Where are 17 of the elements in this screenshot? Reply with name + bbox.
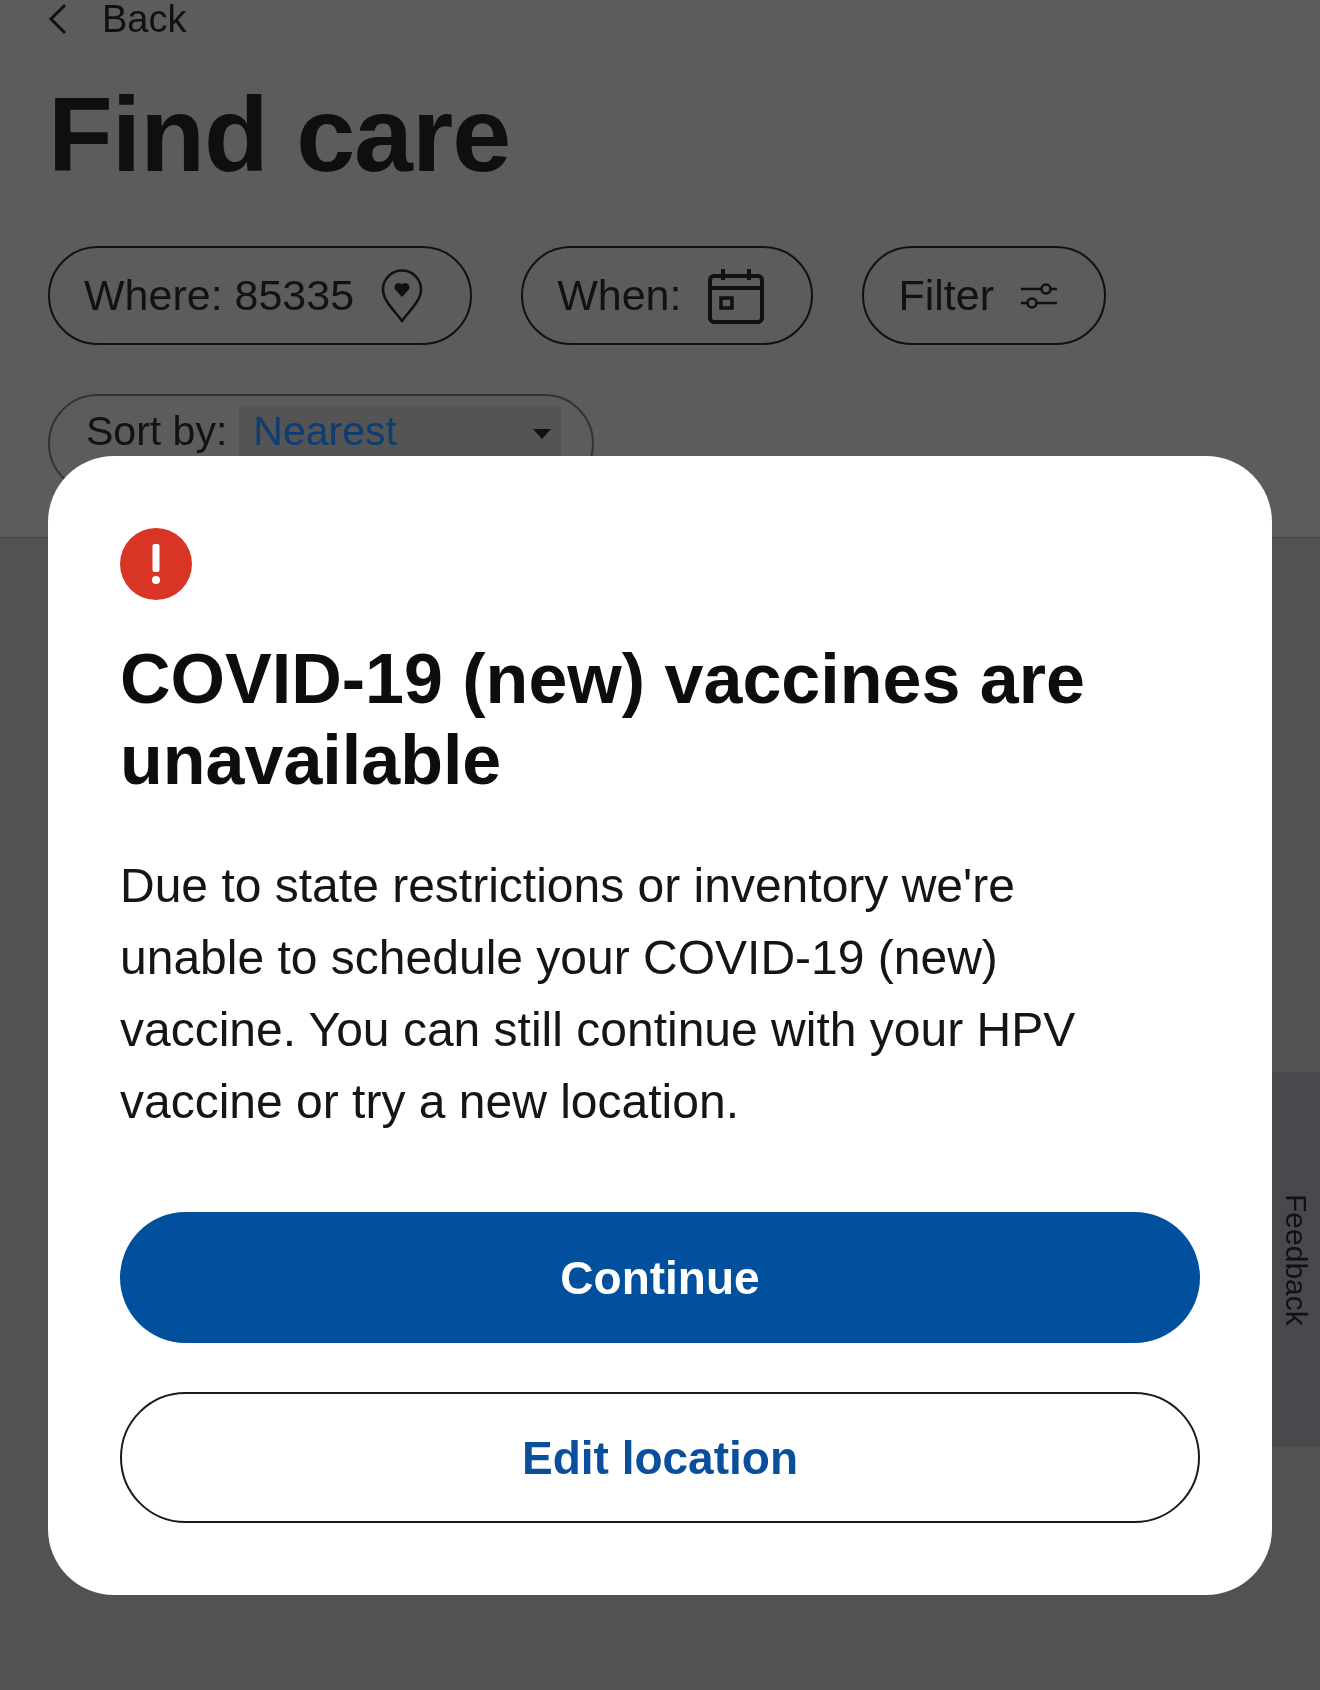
dialog-message: Due to state restrictions or inventory we're unable to schedule your COVID-19 (new) vaccine. You can still continue with your HPV vaccine or try a new location.	[120, 858, 1077, 1130]
dialog-title: COVID-19 (new) vaccines are unavailable	[120, 639, 1086, 801]
caret-down-icon	[533, 429, 552, 439]
calendar-icon	[707, 266, 766, 325]
feedback-tab[interactable]: Feedback	[1272, 1072, 1320, 1447]
filter-pill[interactable]: When:	[521, 246, 814, 345]
edit-location-button[interactable]: Edit location	[120, 1392, 1200, 1523]
page-title: Find care	[48, 75, 511, 193]
continue-button[interactable]: Continue	[120, 1212, 1200, 1343]
filter-pill[interactable]: Filter	[862, 246, 1106, 345]
chevron-left-icon	[48, 3, 68, 35]
sort-label: Sort by:	[86, 411, 228, 451]
alert-icon	[120, 528, 192, 600]
sliders-icon	[1019, 280, 1058, 311]
filter-pill[interactable]: Where: 85335	[48, 246, 473, 345]
back-link[interactable]: Back	[48, 0, 187, 38]
location-pin-icon	[380, 267, 425, 324]
